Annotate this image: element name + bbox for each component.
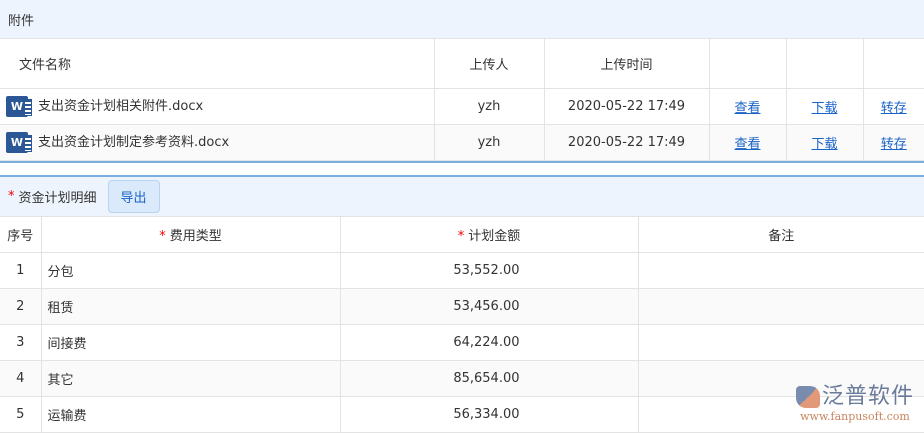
uploader: yzh bbox=[434, 88, 544, 124]
file-cell: W 支出资金计划相关附件.docx bbox=[0, 88, 434, 124]
logo-name: 泛普软件 bbox=[822, 384, 914, 409]
header-amount-cell: *计划金额 bbox=[340, 217, 638, 253]
required-mark: * bbox=[159, 229, 166, 244]
download-link[interactable]: 下载 bbox=[811, 137, 837, 152]
row-number: 5 bbox=[0, 397, 41, 433]
header-no: 序号 bbox=[0, 217, 41, 253]
brand-logo: 泛普软件 www.fanpusoft.com bbox=[796, 378, 914, 423]
table-row: W 支出资金计划相关附件.docx yzh 2020-05-22 17:49 查看… bbox=[0, 88, 924, 124]
header-type-cell: * 费用类型 bbox=[41, 217, 340, 253]
detail-header: * 资金计划明细 导出 bbox=[0, 177, 924, 217]
header-empty bbox=[786, 39, 863, 88]
header-note: 备注 bbox=[638, 217, 924, 253]
expense-type: 运输费 bbox=[41, 397, 340, 433]
row-number: 4 bbox=[0, 361, 41, 397]
table-row: 5运输费56,334.00 bbox=[0, 397, 924, 433]
word-file-icon: W bbox=[6, 132, 28, 153]
transfer-link[interactable]: 转存 bbox=[881, 101, 907, 116]
download-link[interactable]: 下载 bbox=[811, 101, 837, 116]
upload-time: 2020-05-22 17:49 bbox=[544, 124, 709, 160]
required-mark: * bbox=[458, 229, 465, 244]
file-name: 支出资金计划相关附件.docx bbox=[38, 99, 203, 114]
header-file-name: 文件名称 bbox=[0, 39, 434, 88]
header-uploader: 上传人 bbox=[434, 39, 544, 88]
table-row: W支出资金计划制定参考资料.docx yzh 2020-05-22 17:49 … bbox=[0, 124, 924, 160]
download-cell: 下载 bbox=[786, 124, 863, 160]
planned-amount: 53,552.00 bbox=[340, 253, 638, 289]
export-button[interactable]: 导出 bbox=[108, 180, 160, 213]
required-mark: * bbox=[8, 189, 15, 204]
remark bbox=[638, 253, 924, 289]
header-type: 费用类型 bbox=[170, 229, 222, 244]
table-row: 3间接费64,224.00 bbox=[0, 325, 924, 361]
download-cell: 下载 bbox=[786, 88, 863, 124]
logo-url: www.fanpusoft.com bbox=[796, 410, 914, 423]
detail-title: 资金计划明细 bbox=[19, 187, 97, 206]
table-row: 2租赁53,456.00 bbox=[0, 289, 924, 325]
transfer-cell: 转存 bbox=[863, 124, 924, 160]
planned-amount: 56,334.00 bbox=[340, 397, 638, 433]
row-number: 3 bbox=[0, 325, 41, 361]
logo-icon bbox=[796, 386, 820, 408]
planned-amount: 64,224.00 bbox=[340, 325, 638, 361]
detail-table: 序号 *费用类型 *计划金额 备注 1分包53,552.002租赁53,456.… bbox=[0, 217, 924, 433]
transfer-link[interactable]: 转存 bbox=[881, 137, 907, 152]
row-number: 2 bbox=[0, 289, 41, 325]
view-cell: 查看 bbox=[709, 124, 786, 160]
expense-type: 间接费 bbox=[41, 325, 340, 361]
view-link[interactable]: 查看 bbox=[734, 137, 760, 152]
attachments-title: 附件 bbox=[8, 10, 34, 29]
table-row: 1分包53,552.00 bbox=[0, 253, 924, 289]
expense-type: 分包 bbox=[41, 253, 340, 289]
attachments-table: 文件名称 上传人 上传时间 W 支出资金计划相关附件.docx yzh 2020-… bbox=[0, 39, 924, 161]
file-name: 支出资金计划制定参考资料.docx bbox=[38, 135, 229, 150]
header-empty bbox=[709, 39, 786, 88]
upload-time: 2020-05-22 17:49 bbox=[544, 88, 709, 124]
planned-amount: 53,456.00 bbox=[340, 289, 638, 325]
header-empty bbox=[863, 39, 924, 88]
word-file-icon: W bbox=[6, 96, 28, 117]
file-cell: W 支出资金计划制定参考资料.docx bbox=[0, 124, 434, 160]
view-cell: 查看 bbox=[709, 88, 786, 124]
remark bbox=[638, 325, 924, 361]
planned-amount: 85,654.00 bbox=[340, 361, 638, 397]
expense-type: 其它 bbox=[41, 361, 340, 397]
row-number: 1 bbox=[0, 253, 41, 289]
transfer-cell: 转存 bbox=[863, 88, 924, 124]
view-link[interactable]: 查看 bbox=[734, 101, 760, 116]
expense-type: 租赁 bbox=[41, 289, 340, 325]
attachments-header: 附件 bbox=[0, 0, 924, 39]
table-row: 4其它85,654.00 bbox=[0, 361, 924, 397]
header-amount: 计划金额 bbox=[468, 229, 520, 244]
section-divider bbox=[0, 161, 924, 177]
remark bbox=[638, 289, 924, 325]
header-upload-time: 上传时间 bbox=[544, 39, 709, 88]
uploader: yzh bbox=[434, 124, 544, 160]
